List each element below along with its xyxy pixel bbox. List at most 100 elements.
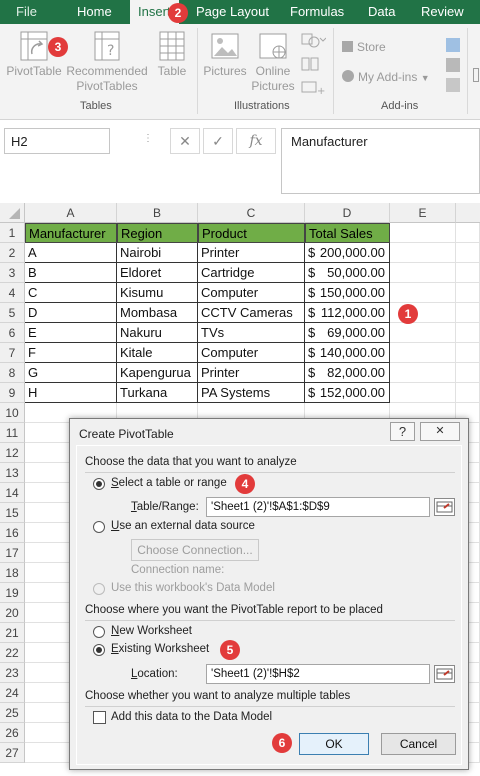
- grid-cell[interactable]: [390, 363, 456, 383]
- range-picker-button[interactable]: [434, 498, 455, 516]
- cancel-entry-icon[interactable]: ✕: [170, 128, 200, 154]
- table-button[interactable]: Table: [152, 30, 192, 79]
- ok-button[interactable]: OK: [299, 733, 369, 755]
- choose-connection-button[interactable]: Choose Connection...: [131, 539, 259, 561]
- row-header[interactable]: 19: [0, 583, 25, 603]
- grid-cell[interactable]: [456, 223, 480, 243]
- data-cell[interactable]: B: [25, 263, 117, 283]
- grid-cell[interactable]: [456, 263, 480, 283]
- data-cell[interactable]: F: [25, 343, 117, 363]
- add-data-model-label[interactable]: Add this data to the Data Model: [111, 711, 272, 723]
- select-table-label[interactable]: Select a table or range: [111, 477, 227, 489]
- shapes-smartart-icons[interactable]: +: [300, 30, 326, 100]
- visio-icon[interactable]: [446, 78, 460, 92]
- data-cell[interactable]: $69,000.00: [305, 323, 390, 343]
- data-cell[interactable]: $152,000.00: [305, 383, 390, 403]
- tab-review[interactable]: Review: [421, 0, 464, 24]
- new-worksheet-radio[interactable]: [93, 626, 105, 638]
- row-header[interactable]: 13: [0, 463, 25, 483]
- tab-data[interactable]: Data: [368, 0, 395, 24]
- data-cell[interactable]: $82,000.00: [305, 363, 390, 383]
- data-cell[interactable]: Kapengurua: [117, 363, 198, 383]
- data-cell[interactable]: Nakuru: [117, 323, 198, 343]
- close-button[interactable]: ✕: [420, 422, 460, 441]
- location-input[interactable]: 'Sheet1 (2)'!$H$2: [206, 664, 430, 684]
- grid-cell[interactable]: [390, 343, 456, 363]
- row-header[interactable]: 10: [0, 403, 25, 423]
- row-header[interactable]: 23: [0, 663, 25, 683]
- data-cell[interactable]: $200,000.00: [305, 243, 390, 263]
- data-cell[interactable]: Turkana: [117, 383, 198, 403]
- header-cell[interactable]: Manufacturer: [25, 223, 117, 243]
- row-header[interactable]: 2: [0, 243, 25, 263]
- row-header[interactable]: 3: [0, 263, 25, 283]
- formula-input[interactable]: Manufacturer: [281, 128, 480, 194]
- data-cell[interactable]: G: [25, 363, 117, 383]
- data-cell[interactable]: A: [25, 243, 117, 263]
- external-source-radio[interactable]: [93, 521, 105, 533]
- row-header[interactable]: 21: [0, 623, 25, 643]
- tab-page-layout[interactable]: Page Layout: [196, 0, 269, 24]
- row-header[interactable]: 12: [0, 443, 25, 463]
- location-picker-button[interactable]: [434, 665, 455, 683]
- data-cell[interactable]: Mombasa: [117, 303, 198, 323]
- column-header-d[interactable]: D: [305, 203, 390, 223]
- data-cell[interactable]: Kitale: [117, 343, 198, 363]
- grid-cell[interactable]: [456, 323, 480, 343]
- help-button[interactable]: ?: [390, 422, 415, 441]
- tab-formulas[interactable]: Formulas: [290, 0, 344, 24]
- grid-cell[interactable]: [456, 383, 480, 403]
- header-cell[interactable]: Region: [117, 223, 198, 243]
- data-cell[interactable]: E: [25, 323, 117, 343]
- grid-cell[interactable]: [456, 243, 480, 263]
- header-cell[interactable]: Product: [198, 223, 305, 243]
- data-cell[interactable]: $50,000.00: [305, 263, 390, 283]
- grid-cell[interactable]: [390, 223, 456, 243]
- column-header-c[interactable]: C: [198, 203, 305, 223]
- grid-cell[interactable]: [390, 243, 456, 263]
- data-cell[interactable]: $112,000.00: [305, 303, 390, 323]
- row-header[interactable]: 14: [0, 483, 25, 503]
- grid-cell[interactable]: [390, 323, 456, 343]
- row-header[interactable]: 6: [0, 323, 25, 343]
- row-header[interactable]: 20: [0, 603, 25, 623]
- row-header[interactable]: 22: [0, 643, 25, 663]
- existing-worksheet-radio[interactable]: [93, 644, 105, 656]
- row-header[interactable]: 18: [0, 563, 25, 583]
- grid-cell[interactable]: [390, 383, 456, 403]
- add-data-model-checkbox[interactable]: [93, 711, 106, 724]
- row-header[interactable]: 15: [0, 503, 25, 523]
- row-header[interactable]: 7: [0, 343, 25, 363]
- people-graph-icon[interactable]: [446, 58, 460, 72]
- select-all-corner[interactable]: [0, 203, 25, 223]
- select-table-radio[interactable]: [93, 478, 105, 490]
- data-cell[interactable]: Computer: [198, 343, 305, 363]
- grid-cell[interactable]: [390, 263, 456, 283]
- insert-function-icon[interactable]: fx: [236, 128, 276, 154]
- row-header[interactable]: 26: [0, 723, 25, 743]
- data-cell[interactable]: C: [25, 283, 117, 303]
- grid-cell[interactable]: [456, 303, 480, 323]
- row-header[interactable]: 17: [0, 543, 25, 563]
- grid-cell[interactable]: [456, 363, 480, 383]
- online-pictures-button[interactable]: Online Pictures: [250, 30, 296, 94]
- grid-cell[interactable]: [456, 283, 480, 303]
- data-cell[interactable]: Eldoret: [117, 263, 198, 283]
- column-header-f[interactable]: [456, 203, 480, 223]
- data-cell[interactable]: $150,000.00: [305, 283, 390, 303]
- column-header-e[interactable]: E: [390, 203, 456, 223]
- cancel-button[interactable]: Cancel: [381, 733, 456, 755]
- bing-maps-icon[interactable]: [446, 38, 460, 52]
- data-cell[interactable]: TVs: [198, 323, 305, 343]
- data-cell[interactable]: CCTV Cameras: [198, 303, 305, 323]
- new-worksheet-label[interactable]: New Worksheet: [111, 625, 192, 637]
- table-range-input[interactable]: 'Sheet1 (2)'!$A$1:$D$9: [206, 497, 430, 517]
- store-button[interactable]: Store: [342, 40, 386, 54]
- header-cell[interactable]: Total Sales: [305, 223, 390, 243]
- tab-file[interactable]: File: [16, 0, 37, 24]
- data-cell[interactable]: Kisumu: [117, 283, 198, 303]
- data-cell[interactable]: Computer: [198, 283, 305, 303]
- row-header[interactable]: 5: [0, 303, 25, 323]
- recommended-pivottables-button[interactable]: ? Recommended PivotTables: [66, 30, 148, 94]
- recommended-charts-icon[interactable]: [473, 68, 479, 82]
